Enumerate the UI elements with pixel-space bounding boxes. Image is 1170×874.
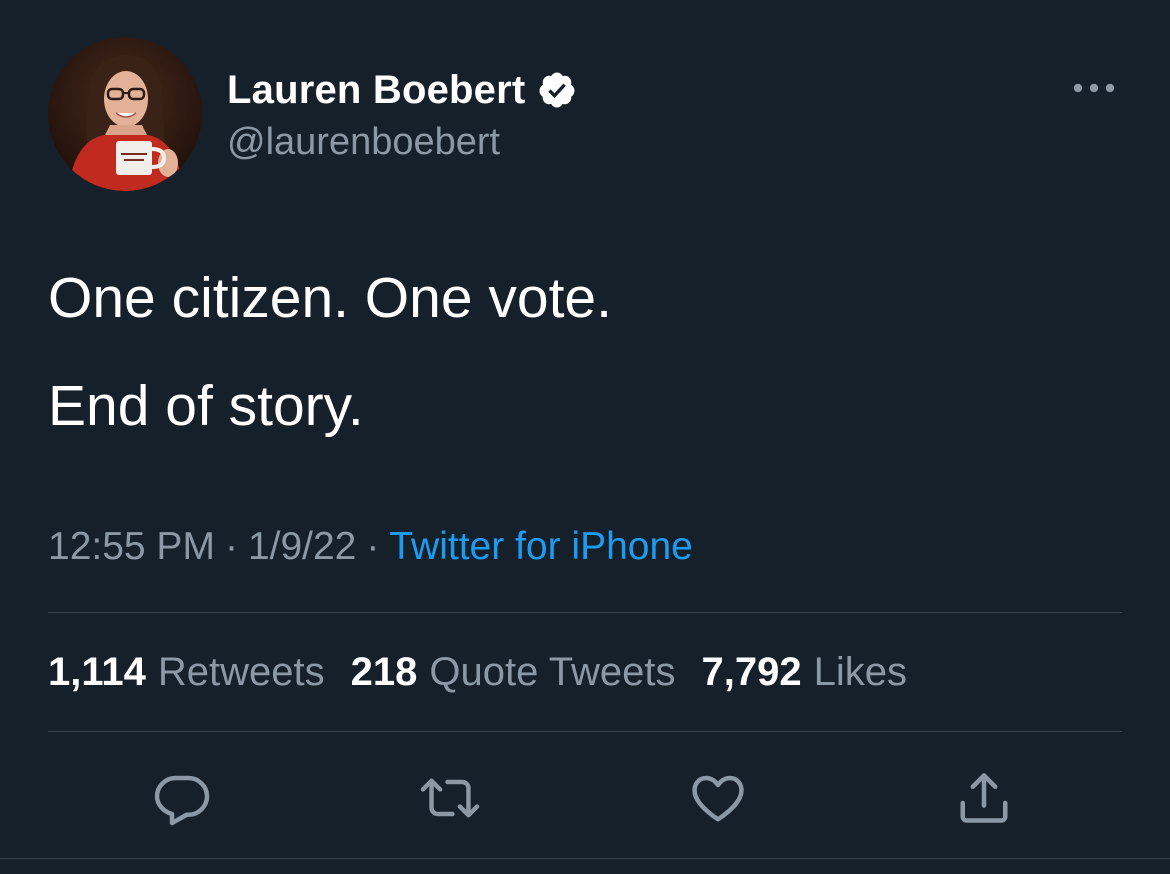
tweet-stats: 1,114 Retweets 218 Quote Tweets 7,792 Likes (48, 650, 933, 695)
share-icon (960, 773, 1008, 823)
quote-tweets-stat[interactable]: 218 Quote Tweets (351, 650, 676, 695)
retweets-label: Retweets (157, 650, 325, 694)
tweet-line-1: One citizen. One vote. (48, 266, 612, 330)
divider (48, 612, 1122, 613)
tweet-detail: Lauren Boebert @laurenboebert One citize… (0, 0, 1170, 874)
avatar-image (48, 37, 202, 191)
tweet-text: One citizen. One vote. End of story. (48, 262, 1122, 442)
meta-separator: · (224, 525, 238, 568)
retweet-button[interactable] (418, 766, 482, 830)
like-button[interactable] (686, 766, 750, 830)
divider (48, 731, 1122, 732)
verified-badge-icon (539, 72, 575, 108)
display-name[interactable]: Lauren Boebert (227, 68, 525, 113)
likes-label: Likes (813, 650, 907, 694)
tweet-date[interactable]: 1/9/22 (248, 525, 356, 568)
bottom-divider (0, 858, 1170, 859)
likes-stat[interactable]: 7,792 Likes (701, 650, 907, 695)
tweet-meta: 12:55 PM · 1/9/22 · Twitter for iPhone (48, 525, 693, 569)
avatar[interactable] (48, 37, 202, 191)
retweet-icon (420, 778, 480, 818)
likes-count: 7,792 (701, 650, 802, 694)
quote-tweets-label: Quote Tweets (429, 650, 676, 694)
more-horizontal-icon[interactable] (1072, 81, 1116, 95)
share-button[interactable] (952, 766, 1016, 830)
display-name-row[interactable]: Lauren Boebert (227, 67, 577, 113)
tweet-time[interactable]: 12:55 PM (48, 525, 215, 568)
reply-button[interactable] (150, 766, 214, 830)
retweets-count: 1,114 (48, 650, 146, 694)
meta-separator: · (366, 525, 380, 568)
retweets-stat[interactable]: 1,114 Retweets (48, 650, 325, 695)
author-names: Lauren Boebert @laurenboebert (227, 67, 577, 164)
reply-icon (154, 775, 210, 826)
tweet-source-link[interactable]: Twitter for iPhone (389, 525, 692, 568)
handle[interactable]: @laurenboebert (227, 121, 577, 164)
heart-icon (692, 775, 744, 822)
tweet-header: Lauren Boebert @laurenboebert (48, 37, 1122, 191)
tweet-actions (0, 766, 1170, 830)
quote-tweets-count: 218 (350, 650, 418, 694)
tweet-line-2: End of story. (48, 374, 364, 438)
